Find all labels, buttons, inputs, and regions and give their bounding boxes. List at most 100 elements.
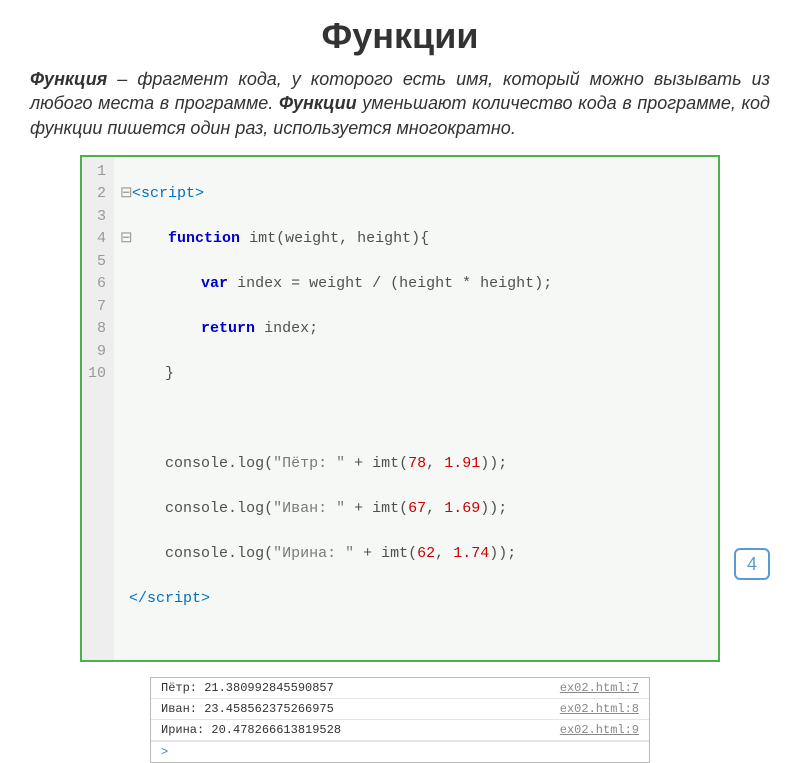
number: 1.74 [453, 545, 489, 562]
punct: ) [411, 230, 420, 247]
console-row: Пётр: 21.380992845590857 ex02.html:7 [151, 678, 649, 699]
ident: height [399, 275, 453, 292]
number: 1.69 [444, 500, 480, 517]
dash: – [107, 69, 137, 89]
punct: * [453, 275, 480, 292]
number: 1.91 [444, 455, 480, 472]
punct: ) [498, 545, 507, 562]
punct: ; [309, 320, 318, 337]
tag-script-open: <script> [132, 185, 204, 202]
punct: } [165, 365, 174, 382]
console-source-link: ex02.html:7 [560, 681, 639, 695]
console-prompt: > [151, 741, 649, 762]
punct: ; [507, 545, 516, 562]
line-number: 1 [88, 161, 106, 184]
punct: ; [543, 275, 552, 292]
page-title: Функции [30, 15, 770, 57]
punct: ; [498, 455, 507, 472]
punct: + [345, 455, 372, 472]
punct: ; [498, 500, 507, 517]
line-number: 7 [88, 296, 106, 319]
tag-script-close: </ [129, 590, 147, 607]
punct: ) [489, 455, 498, 472]
string: "Пётр: " [273, 455, 345, 472]
number: 62 [417, 545, 435, 562]
ident: log [237, 545, 264, 562]
punct: { [420, 230, 429, 247]
string: "Иван: " [273, 500, 345, 517]
number: 67 [408, 500, 426, 517]
number: 78 [408, 455, 426, 472]
punct: . [228, 455, 237, 472]
punct: = [282, 275, 309, 292]
fn-name: imt [249, 230, 276, 247]
punct: ( [399, 455, 408, 472]
punct: , [426, 500, 444, 517]
ident: index [264, 320, 309, 337]
fold-icon: ⊟ [120, 228, 132, 251]
line-number: 9 [88, 341, 106, 364]
line-number: 8 [88, 318, 106, 341]
punct: . [228, 545, 237, 562]
console-text: Иван: 23.458562375266975 [161, 702, 334, 716]
punct: . [228, 500, 237, 517]
punct: ( [264, 545, 273, 562]
console-text: Ирина: 20.478266613819528 [161, 723, 341, 737]
ident: log [237, 500, 264, 517]
punct: , [435, 545, 453, 562]
console-text: Пётр: 21.380992845590857 [161, 681, 334, 695]
punct: ) [480, 500, 489, 517]
punct: ( [264, 500, 273, 517]
console-row: Иван: 23.458562375266975 ex02.html:8 [151, 699, 649, 720]
keyword-var: var [201, 275, 228, 292]
ident: imt [381, 545, 408, 562]
fold-icon: ⊟ [120, 183, 132, 206]
ident: console [165, 545, 228, 562]
line-number-gutter: 1 2 3 4 5 6 7 8 9 10 [82, 157, 114, 660]
line-number: 3 [88, 206, 106, 229]
punct: + [345, 500, 372, 517]
punct: ) [480, 455, 489, 472]
punct: / [363, 275, 390, 292]
ident: height [480, 275, 534, 292]
punct: + [354, 545, 381, 562]
console-row: Ирина: 20.478266613819528 ex02.html:9 [151, 720, 649, 741]
string: "Ирина: " [273, 545, 354, 562]
punct: ) [489, 500, 498, 517]
ident: console [165, 455, 228, 472]
line-number: 5 [88, 251, 106, 274]
console-output: Пётр: 21.380992845590857 ex02.html:7 Ива… [150, 677, 650, 763]
param: weight [285, 230, 339, 247]
code-content: ⊟<script> ⊟ function imt(weight, height)… [114, 157, 718, 660]
var-name: index [237, 275, 282, 292]
code-block: 1 2 3 4 5 6 7 8 9 10 ⊟<script> ⊟ functio… [80, 155, 720, 662]
ident: imt [372, 500, 399, 517]
term-functions: Функции [279, 93, 357, 113]
ident: log [237, 455, 264, 472]
ident: imt [372, 455, 399, 472]
punct: , [426, 455, 444, 472]
punct: ) [534, 275, 543, 292]
punct: ( [390, 275, 399, 292]
punct: , [339, 230, 357, 247]
param: height [357, 230, 411, 247]
console-source-link: ex02.html:9 [560, 723, 639, 737]
punct: ( [399, 500, 408, 517]
term-function: Функция [30, 69, 107, 89]
page-number-badge: 4 [734, 548, 770, 580]
line-number: 6 [88, 273, 106, 296]
keyword-return: return [201, 320, 255, 337]
keyword-function: function [168, 230, 240, 247]
console-source-link: ex02.html:8 [560, 702, 639, 716]
punct: ( [264, 455, 273, 472]
ident: weight [309, 275, 363, 292]
punct: ( [276, 230, 285, 247]
tag-script-close: script> [147, 590, 210, 607]
line-number: 10 [88, 363, 106, 386]
line-number: 4 [88, 228, 106, 251]
ident: console [165, 500, 228, 517]
punct: ) [489, 545, 498, 562]
line-number: 2 [88, 183, 106, 206]
punct: ( [408, 545, 417, 562]
definition-paragraph: Функция – фрагмент кода, у которого есть… [30, 67, 770, 140]
